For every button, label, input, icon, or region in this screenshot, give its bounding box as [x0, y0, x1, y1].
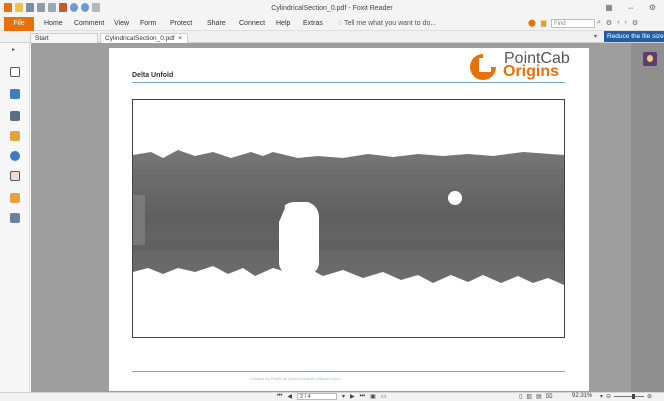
unfold-image-frame	[132, 99, 565, 338]
window-controls: ▦ ⇔ ⚙	[605, 3, 656, 12]
zoom-in-icon[interactable]: ⊕	[647, 393, 652, 400]
menu-protect[interactable]: Protect	[170, 20, 192, 27]
settings-icon[interactable]: ⚙	[649, 3, 656, 12]
find-input[interactable]: Find	[551, 19, 595, 28]
menu-share[interactable]: Share	[207, 20, 226, 27]
left-navigation-panel: ▸	[0, 43, 30, 392]
view-mode-icon[interactable]: ▣	[370, 393, 376, 400]
page-navigation: ⏮ ◀ 2 / 4 ▾ ▶ ⏭ ▣ ▭	[277, 393, 386, 400]
ribbon-nav-icons: ⌕ ⚙ ‹ › ⚙	[597, 19, 638, 27]
first-page-icon[interactable]: ⏮	[277, 393, 282, 400]
comments-icon[interactable]	[10, 131, 20, 141]
menu-home[interactable]: Home	[44, 20, 63, 27]
back-icon[interactable]: ‹	[617, 19, 619, 27]
previous-page-icon[interactable]: ◀	[287, 393, 292, 400]
page-footer: Created by PointCab (www.pointcab-softwa…	[250, 376, 341, 381]
bookmark-icon[interactable]	[10, 111, 20, 121]
options-icon[interactable]: ⚙	[632, 19, 638, 27]
tab-start[interactable]: Start	[30, 33, 98, 43]
file-menu-button[interactable]: File	[4, 17, 34, 31]
tab-dropdown-icon[interactable]: ▾	[594, 33, 597, 40]
menu-help[interactable]: Help	[276, 20, 290, 27]
right-panel	[631, 43, 664, 392]
page-thumbnails-icon[interactable]	[10, 67, 20, 77]
tab-start-label: Start	[35, 35, 49, 42]
layers-icon[interactable]	[10, 89, 20, 99]
facing-page-icon[interactable]: ▤	[536, 393, 542, 400]
zoom-menu-icon[interactable]: ▾	[600, 393, 603, 400]
page-heading: Delta Unfold	[132, 72, 174, 79]
point-cloud-unfold-image	[133, 150, 564, 285]
zoom-slider[interactable]	[614, 394, 645, 399]
signature-icon[interactable]	[10, 171, 20, 181]
last-page-icon[interactable]: ⏭	[360, 393, 365, 400]
right-ribbon-icons: ⬤ ▆	[528, 19, 546, 27]
fields-icon[interactable]	[10, 213, 20, 223]
continuous-page-icon[interactable]: ▥	[526, 393, 532, 400]
window-title: CylindricalSection_0.pdf - Foxit Reader	[271, 5, 393, 12]
tab-document[interactable]: CylindricalSection_0.pdf ×	[100, 33, 188, 43]
tell-me-text: Tell me what you want to do...	[343, 20, 437, 27]
menu-comment[interactable]: Comment	[74, 20, 104, 27]
menu-view[interactable]: View	[114, 20, 129, 27]
tab-document-label: CylindricalSection_0.pdf	[105, 35, 175, 42]
page-number-input[interactable]: 2 / 4	[297, 393, 338, 400]
restore-icon[interactable]: ⇔	[627, 3, 635, 12]
title-bar: CylindricalSection_0.pdf - Foxit Reader …	[0, 0, 664, 17]
zoom-out-icon[interactable]: ⊖	[606, 393, 611, 400]
fit-page-icon[interactable]: ▭	[381, 393, 387, 400]
cover-page-icon[interactable]: ⌧	[546, 393, 553, 400]
attachment-icon[interactable]	[10, 151, 20, 161]
zoom-slider-thumb[interactable]	[632, 394, 636, 399]
next-page-icon[interactable]: ▶	[350, 393, 355, 400]
expand-panel-icon[interactable]: ▸	[12, 46, 15, 53]
page-dropdown-icon[interactable]: ▾	[342, 393, 345, 400]
pointcab-logo-icon	[470, 54, 496, 80]
single-page-icon[interactable]: ▯	[519, 393, 522, 400]
zoom-controls: ▾ ⊖ ⊕	[600, 393, 652, 400]
page-layout-icons: ▯ ▥ ▤ ⌧	[519, 393, 553, 400]
lightbulb-icon[interactable]	[643, 52, 657, 66]
logo-text-origins: Origins	[503, 63, 560, 80]
footer-rule	[132, 371, 565, 372]
search-icon[interactable]: ⌕	[597, 19, 601, 27]
security-lock-icon[interactable]	[10, 193, 20, 203]
menu-extras[interactable]: Extras	[303, 20, 323, 27]
layout-icon[interactable]: ▦	[605, 3, 613, 12]
reduce-file-size-banner[interactable]: Reduce the file size	[604, 31, 664, 42]
forward-icon[interactable]: ›	[625, 19, 627, 27]
gear-icon[interactable]: ⚙	[606, 19, 612, 27]
sync-icon[interactable]: ⬤	[528, 19, 536, 27]
menu-form[interactable]: Form	[140, 20, 156, 27]
menu-connect[interactable]: Connect	[239, 20, 265, 27]
tell-me-search[interactable]: ◌ Tell me what you want to do...	[338, 20, 436, 27]
zoom-level[interactable]: 92.31%	[572, 393, 592, 399]
folder-icon[interactable]: ▆	[541, 19, 546, 27]
header-rule	[132, 82, 565, 83]
